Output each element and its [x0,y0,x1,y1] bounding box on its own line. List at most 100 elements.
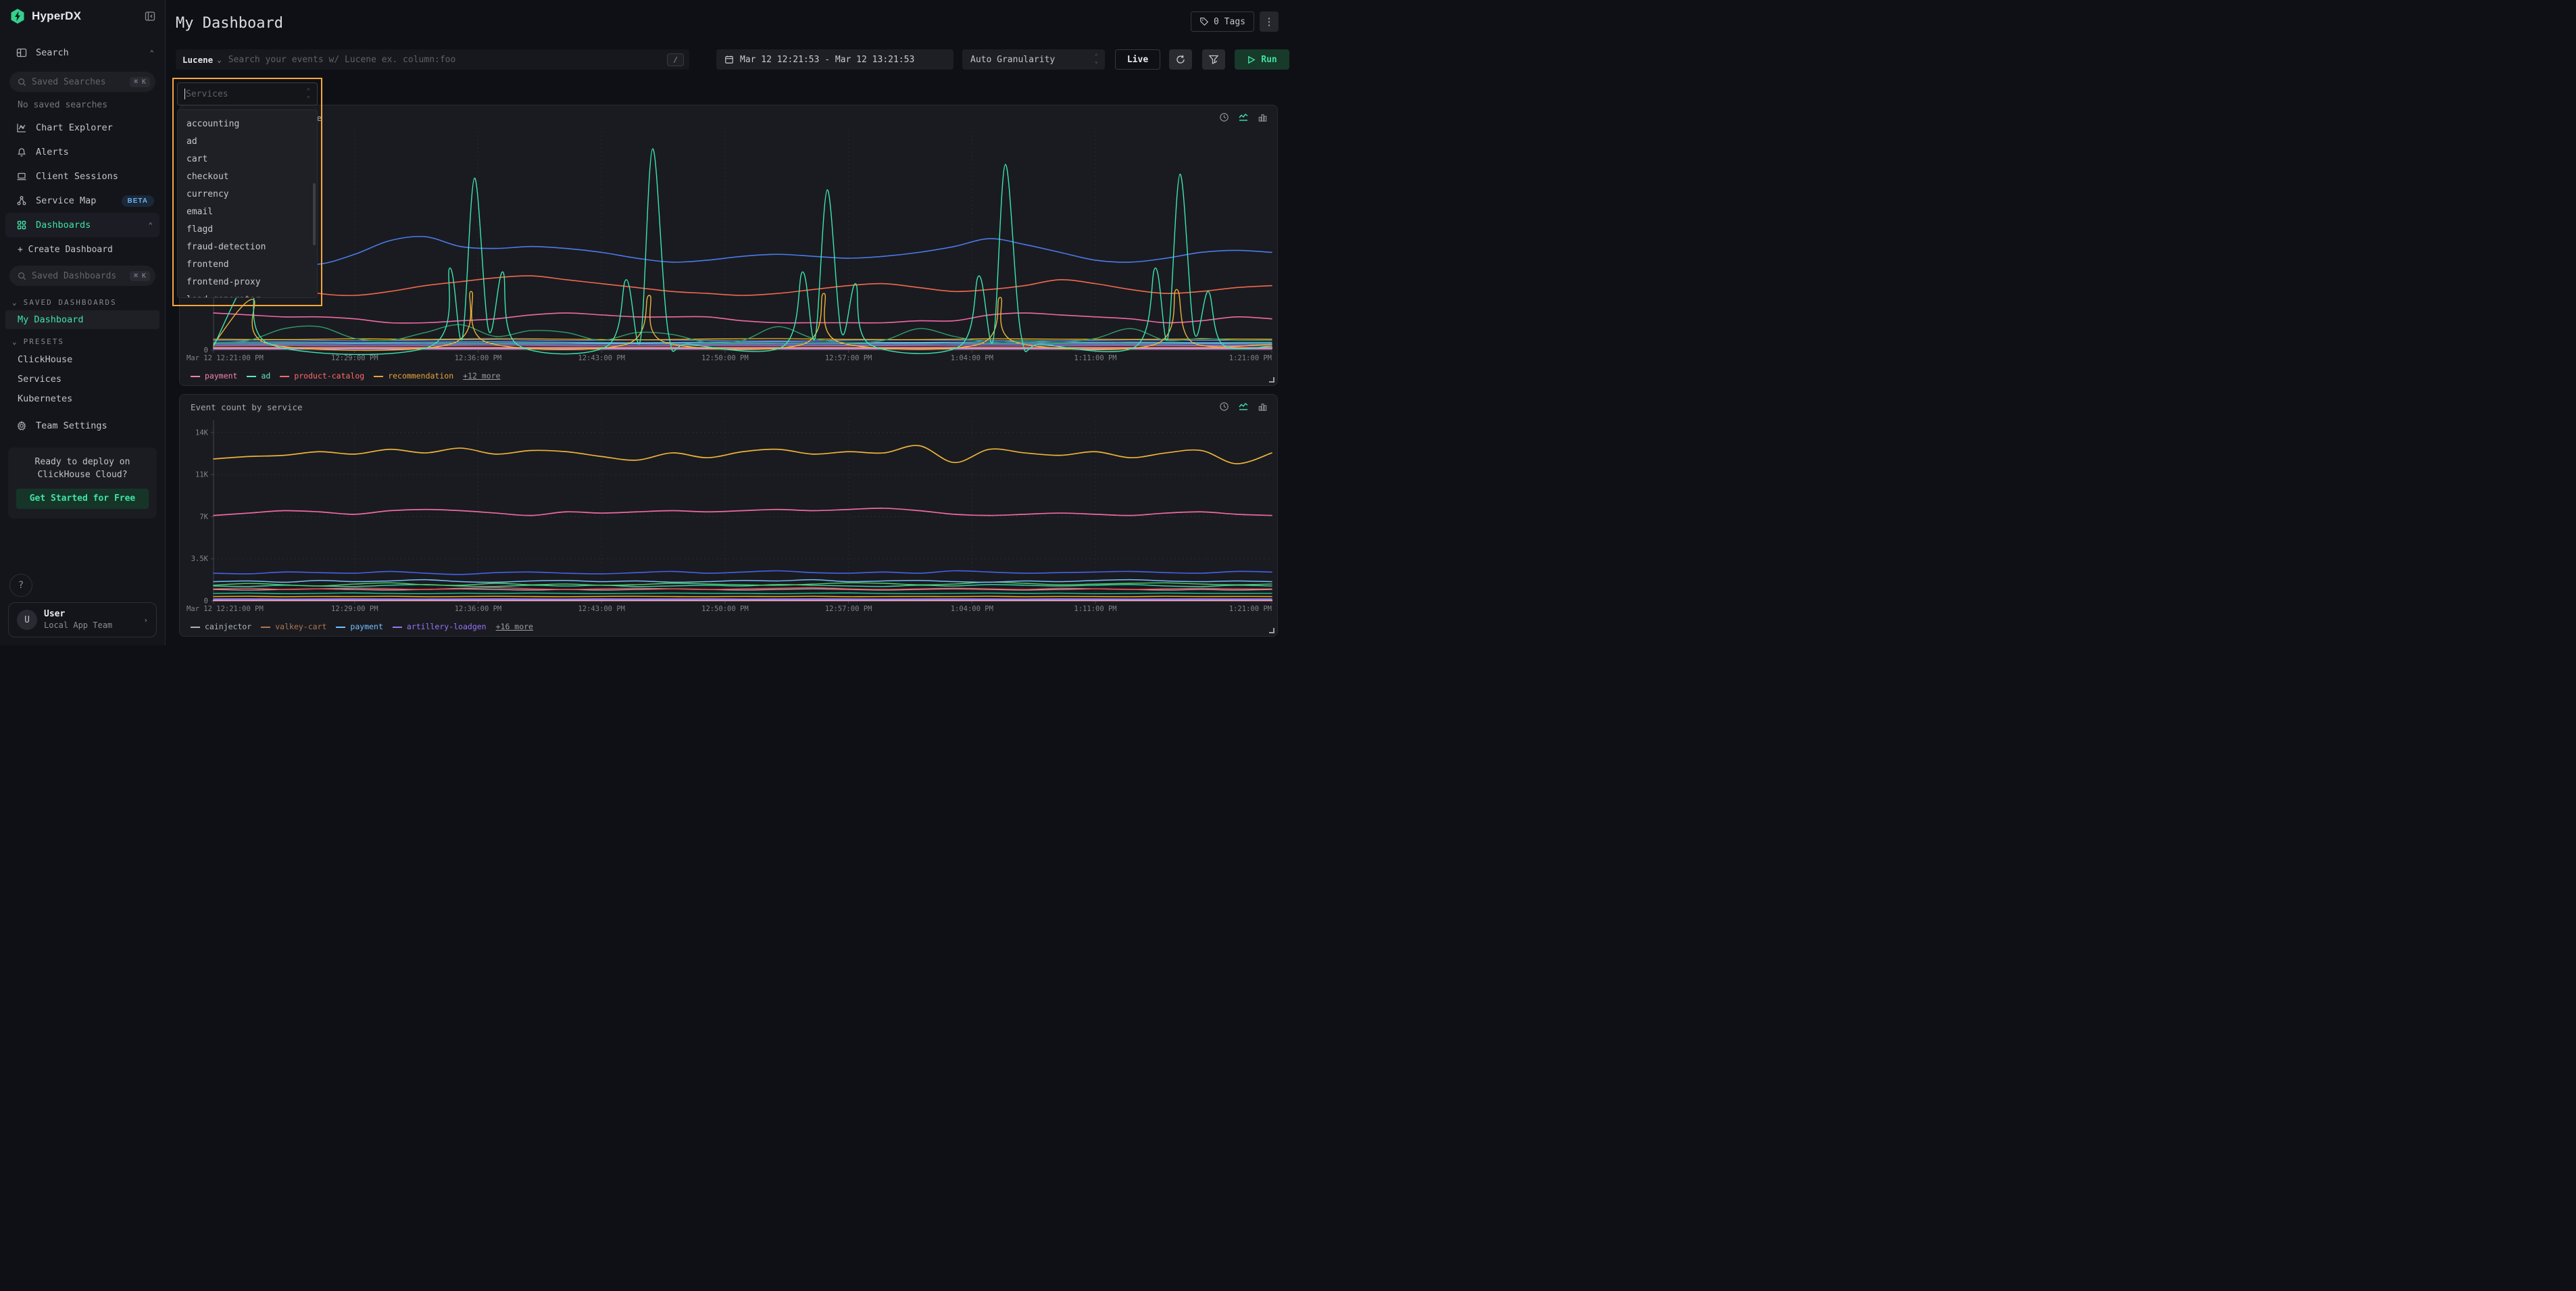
y-axis-tick-label: 0 [204,598,208,606]
sidebar-item-alerts[interactable]: Alerts [0,140,165,164]
saved-searches-input[interactable]: Saved Searches ⌘ K [9,72,155,92]
x-axis-tick-label: Mar 12 12:21:00 PM [187,354,264,362]
x-axis-tick-label: 12:29:00 PM [331,605,378,613]
tag-icon [1199,17,1209,26]
service-option[interactable]: cart [178,151,317,168]
sidebar-item-chart-explorer[interactable]: Chart Explorer [0,116,165,140]
sidebar-collapse-icon[interactable] [145,11,155,22]
granularity-select[interactable]: Auto Granularity ⌃⌄ [962,49,1105,70]
service-option[interactable]: ad [178,133,317,151]
refresh-button[interactable] [1169,49,1192,70]
service-option[interactable]: accounting [178,116,317,133]
legend-item[interactable]: ad [247,371,270,381]
x-axis-tick-label: 12:57:00 PM [825,605,872,613]
sidebar-item-search[interactable]: Search ⌃ [0,41,165,65]
user-name: User [44,609,137,620]
sidebar-item-team-settings[interactable]: Team Settings [0,414,165,438]
user-menu[interactable]: U User Local App Team › [8,602,157,637]
legend-swatch [280,376,289,377]
clickhouse-cloud-promo: Ready to deploy on ClickHouse Cloud? Get… [8,447,157,518]
saved-dashboards-section-header[interactable]: ⌄ SAVED DASHBOARDS [0,294,165,310]
legend-swatch [374,376,383,377]
legend-item[interactable]: product-catalog [280,371,364,381]
y-axis-tick-label: 7K [199,513,208,521]
sidebar-item-clickhouse[interactable]: ClickHouse [0,349,165,369]
service-option[interactable]: frontend-proxy [178,274,317,291]
service-option[interactable]: frontend [178,256,317,274]
date-range-value: Mar 12 12:21:53 - Mar 12 13:21:53 [740,55,914,65]
sidebar-item-service-map[interactable]: Service Map BETA [0,189,165,213]
dashboards-icon [16,220,27,230]
service-option[interactable]: fraud-detection [178,239,317,256]
sidebar-item-label: Team Settings [36,420,154,431]
sidebar-item-client-sessions[interactable]: Client Sessions [0,164,165,189]
service-option[interactable]: flagd [178,221,317,239]
avatar: U [17,610,37,630]
create-dashboard-button[interactable]: + Create Dashboard [0,237,165,262]
get-started-button[interactable]: Get Started for Free [16,489,149,509]
presets-section-header[interactable]: ⌄ PRESETS [0,333,165,349]
bar-chart-toggle-icon[interactable] [1258,112,1268,122]
legend-item[interactable]: payment [336,622,382,631]
sidebar-item-my-dashboard[interactable]: My Dashboard [5,310,159,329]
bell-icon [16,147,27,157]
calendar-icon [724,55,734,64]
filter-button[interactable] [1202,49,1225,70]
service-option[interactable]: checkout [178,168,317,186]
section-label: PRESETS [24,337,64,346]
scrollbar-thumb[interactable] [313,183,316,245]
line-chart-toggle-icon[interactable] [1238,112,1249,122]
hyperdx-logo-icon [9,8,26,24]
legend-item[interactable]: payment [191,371,237,381]
event-count-chart[interactable]: Mar 12 12:21:00 PM12:29:00 PM12:36:00 PM… [180,418,1277,618]
search-icon [18,78,26,87]
services-placeholder: Services [186,89,307,99]
sidebar-item-label: Search [36,47,141,58]
search-icon [18,272,26,281]
app-title: HyperDX [32,9,139,23]
date-range-picker[interactable]: Mar 12 12:21:53 - Mar 12 13:21:53 [716,49,953,70]
line-chart-toggle-icon[interactable] [1238,401,1249,412]
beta-badge: BETA [122,195,154,207]
legend-more-link[interactable]: +16 more [496,622,533,631]
help-button[interactable]: ? [9,574,32,597]
legend-more-link[interactable]: +12 more [463,371,500,381]
x-axis-tick-label: 1:11:00 PM [1074,605,1116,613]
service-option[interactable]: email [178,203,317,221]
saved-dashboards-input[interactable]: Saved Dashboards ⌘ K [9,266,155,286]
legend-item[interactable]: cainjector [191,622,251,631]
service-option[interactable]: load-generator [178,291,317,298]
promo-text: Ready to deploy on ClickHouse Cloud? [16,456,149,482]
x-axis-tick-label: 1:21:00 PM [1229,354,1272,362]
service-option[interactable]: currency [178,186,317,203]
x-axis-tick-label: 12:50:00 PM [701,354,749,362]
resize-handle[interactable] [1269,377,1274,383]
services-input[interactable]: Services ⌃⌄ [177,82,318,105]
refresh-icon [1175,54,1186,65]
section-label: SAVED DASHBOARDS [24,298,117,307]
preset-name: Services [18,374,61,385]
run-button[interactable]: Run [1235,49,1289,70]
x-axis-tick-label: 1:11:00 PM [1074,354,1116,362]
legend-item[interactable]: recommendation [374,371,453,381]
create-dashboard-label: + Create Dashboard [18,245,113,255]
chevron-down-icon: ⌄ [12,337,18,346]
select-chevrons-icon: ⌃⌄ [307,89,310,99]
bar-chart-toggle-icon[interactable] [1258,401,1268,412]
legend-swatch [191,627,200,628]
dashboard-menu-button[interactable]: ⋮ [1260,11,1279,32]
time-icon[interactable] [1219,112,1229,122]
resize-handle[interactable] [1269,628,1274,633]
live-button[interactable]: Live [1115,49,1160,70]
tags-button[interactable]: 0 Tags [1191,11,1254,32]
search-input[interactable]: Search your events w/ Lucene ex. column:… [228,55,668,65]
gear-icon [16,420,27,431]
legend-item[interactable]: artillery-loadgen [393,622,487,631]
latency-chart[interactable]: Mar 12 12:21:00 PM12:29:00 PM12:36:00 PM… [180,128,1277,368]
sidebar-item-dashboards[interactable]: Dashboards ⌃ [5,213,159,237]
time-icon[interactable] [1219,401,1229,412]
sidebar-item-kubernetes[interactable]: Kubernetes [0,389,165,408]
query-language-select[interactable]: Lucene ⌄ [182,55,228,65]
legend-item[interactable]: valkey-cart [261,622,326,631]
sidebar-item-services[interactable]: Services [0,369,165,389]
